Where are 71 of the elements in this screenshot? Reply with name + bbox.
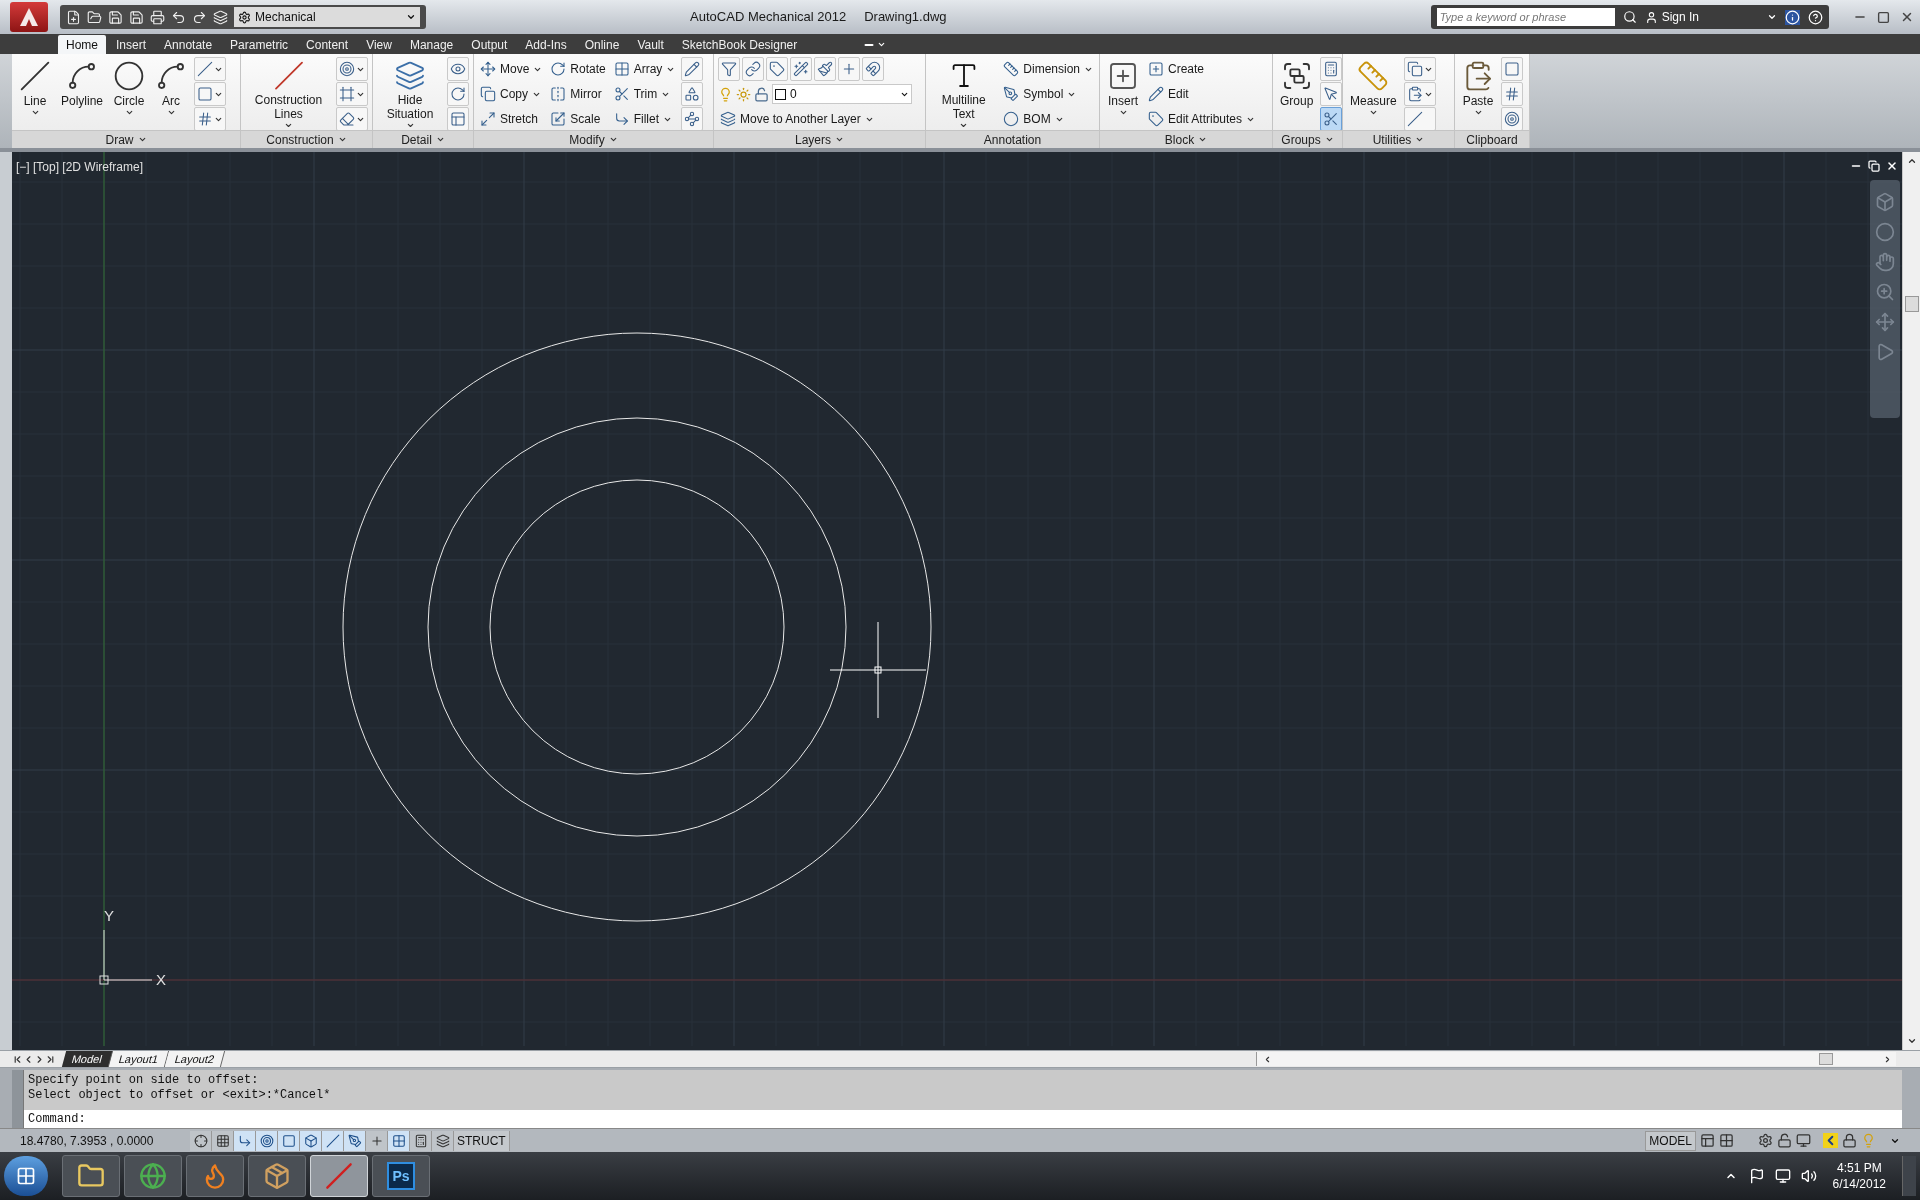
drawing-viewport[interactable]: Y X [−] [Top] [2D Wireframe] [12,152,1902,1050]
layer-dropdown[interactable]: 0 [772,84,912,104]
tool-button[interactable]: Trim [611,82,678,106]
ribbon-tab[interactable]: Content [298,35,357,54]
tool-button[interactable]: Dimension [1001,57,1095,81]
tool-button[interactable]: Rotate [548,57,608,81]
layout-tab[interactable]: Model [61,1051,114,1067]
panel-title[interactable]: Detail [373,130,473,148]
ribbon-tab[interactable]: View [358,35,400,54]
ribbon-tab[interactable]: Manage [401,35,462,54]
struct-button[interactable]: STRUCT [454,1130,510,1151]
ucs-y-label: Y [104,907,114,924]
tool-button[interactable]: Edit [1146,82,1258,106]
tool-button[interactable]: Stretch [478,107,545,130]
viewport-controls-label[interactable]: [−] [Top] [2D Wireframe] [16,158,144,176]
tool-button[interactable]: BOM [1001,107,1095,130]
panel-title[interactable]: Clipboard [1455,130,1529,148]
panel-title[interactable]: Utilities [1343,130,1454,148]
panel-title[interactable]: Draw [12,130,240,148]
model-space-button[interactable]: MODEL [1645,1130,1696,1151]
panel-title[interactable]: Construction [241,130,372,148]
sign-in-button[interactable]: Sign In [1644,8,1699,26]
command-history-line: Select object to offset or <exit>:*Cancel* [28,1088,332,1103]
clock-date: 6/14/2012 [1832,1176,1886,1192]
large-tool-button[interactable]: Measure [1347,56,1400,130]
tool-button[interactable]: Copy [478,82,545,106]
document-title: Drawing1.dwg [864,8,947,27]
ribbon-tab[interactable]: Online [576,35,628,54]
large-tool-button[interactable]: Paste [1459,56,1497,130]
panel-title[interactable]: Groups [1273,130,1342,148]
tool-button[interactable]: Fillet [611,107,678,130]
ribbon-tab[interactable]: Add-Ins [517,35,575,54]
tool-button[interactable]: Scale [548,107,608,130]
layout-tab[interactable]: Layout2 [165,1051,226,1067]
command-input[interactable]: Command: [24,1110,1902,1128]
app-title: AutoCAD Mechanical 2012 [690,8,847,27]
command-history-line: Specify point on side to offset: [28,1073,260,1088]
large-tool-button[interactable]: Hide Situation [377,56,443,130]
large-tool-button[interactable]: Construction Lines [245,56,332,130]
large-tool-button[interactable]: Circle [110,56,149,130]
tool-button[interactable]: Create [1146,57,1258,81]
search-field[interactable]: Type a keyword or phrase [1436,8,1615,26]
clock-time: 4:51 PM [1836,1160,1882,1176]
ucs-x-label: X [156,971,166,988]
layout-tab[interactable]: Layout1 [108,1051,170,1067]
tool-button[interactable]: Edit Attributes [1146,107,1258,130]
tool-button[interactable]: Move [478,57,545,81]
ribbon-tab[interactable]: Parametric [222,35,297,54]
ribbon-tab[interactable]: Home [58,35,106,54]
panel-title[interactable]: Modify [474,130,713,148]
ribbon-tab[interactable]: Annotate [156,35,221,54]
tool-button[interactable]: Array [611,57,678,81]
ribbon-tab[interactable]: Insert [108,35,155,54]
ribbon-tab[interactable]: Output [463,35,516,54]
tool-button[interactable]: Mirror [548,82,608,106]
panel-title[interactable]: Layers [714,130,925,148]
panel-title[interactable]: Annotation [926,130,1099,148]
panel-title[interactable]: Block [1100,130,1272,148]
large-tool-button[interactable]: Group [1277,56,1317,130]
tool-button[interactable]: Symbol [1001,82,1095,106]
large-tool-button[interactable]: Insert [1104,56,1142,130]
coordinates-readout: 18.4780, 7.3953 , 0.0000 [19,1132,155,1150]
large-tool-button[interactable]: Multiline Text [930,56,998,130]
large-tool-button[interactable]: Line [16,56,54,130]
taskbar-app-button[interactable]: Ps [372,1155,430,1197]
workspace-dropdown[interactable]: Mechanical [234,7,420,27]
ribbon-tab[interactable]: Vault [629,35,672,54]
ribbon-tab[interactable]: SketchBook Designer [673,35,806,54]
tool-button[interactable]: Move to Another Layer [718,107,921,130]
large-tool-button[interactable]: Polyline [58,56,107,130]
large-tool-button[interactable]: Arc [152,56,191,130]
